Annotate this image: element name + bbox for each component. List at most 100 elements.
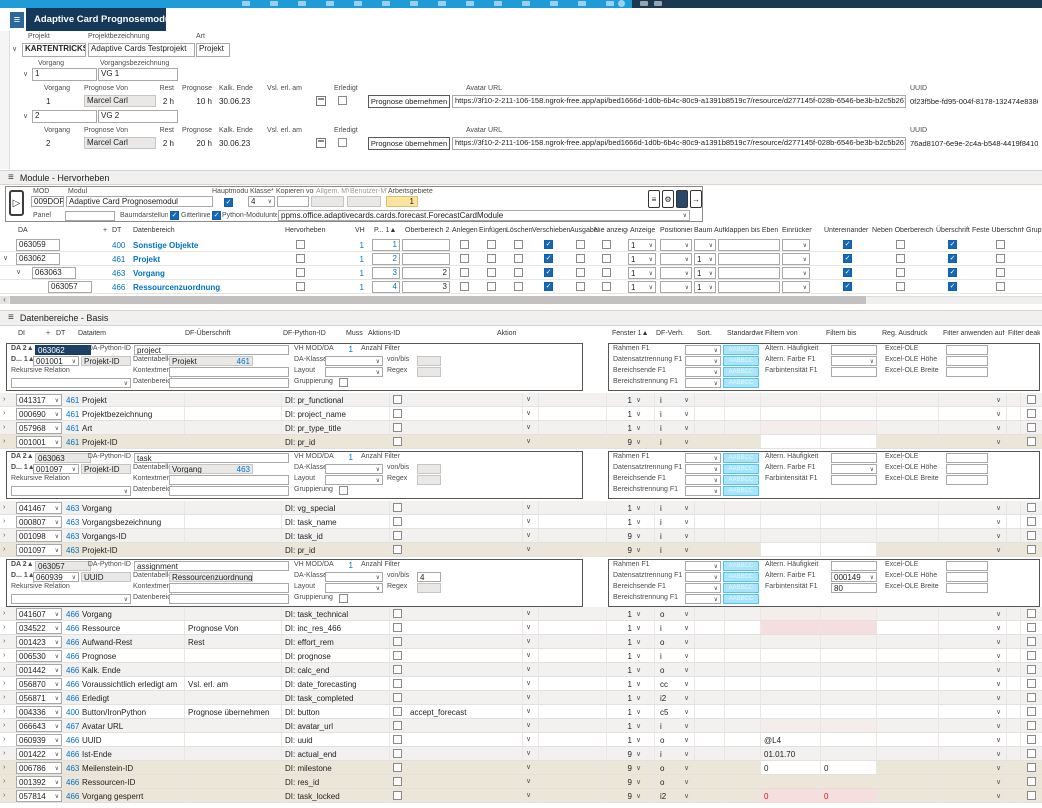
untereinander-checkbox[interactable]: ✓ — [843, 282, 852, 291]
toolbar-icon[interactable] — [640, 1, 648, 6]
bereichstrennung-dropdown[interactable]: ∨ — [685, 594, 721, 604]
section-menu-icon[interactable]: ≡ — [8, 173, 14, 183]
fenster-dropdown-icon[interactable]: ∨ — [636, 439, 644, 447]
ueberschrift-checkbox[interactable]: ✓ — [948, 268, 957, 277]
muss-checkbox[interactable] — [393, 707, 402, 716]
position-field[interactable]: 1 — [372, 239, 400, 251]
df-verh-dropdown-icon[interactable]: ∨ — [684, 793, 692, 801]
bereichsende-dropdown[interactable]: ∨ — [685, 367, 721, 377]
toolbar-icon[interactable] — [242, 1, 250, 6]
aktion-dropdown-icon[interactable]: ∨ — [526, 518, 536, 526]
anlegen-checkbox[interactable] — [460, 282, 469, 291]
rahmen-color-swatch[interactable]: AABBCC — [723, 345, 759, 355]
filter-anwenden-dropdown-icon[interactable]: ∨ — [996, 667, 1004, 675]
toolbar-icon[interactable] — [578, 1, 586, 6]
muss-checkbox[interactable] — [393, 437, 402, 446]
hervorheben-checkbox[interactable] — [296, 268, 305, 277]
tab-adaptive-card-prognosemodul[interactable]: Adaptive Card Prognosemodul × — [26, 8, 166, 31]
excel-ole-breite-field[interactable] — [946, 583, 988, 593]
aktion-dropdown-icon[interactable]: ∨ — [526, 438, 536, 446]
muss-checkbox[interactable] — [393, 517, 402, 526]
toolbar-icon[interactable] — [494, 1, 502, 6]
di-name-field[interactable]: Projekt-ID — [81, 356, 131, 366]
position-field[interactable]: 2 — [372, 253, 400, 265]
bereichstrennung-dropdown[interactable]: ∨ — [685, 486, 721, 496]
filter-deaktivieren-checkbox[interactable] — [1027, 437, 1036, 446]
anlegen-checkbox[interactable] — [460, 268, 469, 277]
filter-deaktivieren-checkbox[interactable] — [1027, 735, 1036, 744]
calendar-icon[interactable] — [316, 96, 326, 106]
df-verh-dropdown-icon[interactable]: ∨ — [684, 439, 692, 447]
oberbereich-field[interactable] — [402, 239, 450, 251]
datensatztrennung-dropdown[interactable]: ∨ — [685, 356, 721, 366]
python-unterklasse-dropdown[interactable]: ppms.office.adaptivecards.cards.forecast… — [278, 210, 690, 221]
filter-anwenden-dropdown-icon[interactable]: ∨ — [996, 681, 1004, 689]
muss-checkbox[interactable] — [393, 395, 402, 404]
toolbar-icon[interactable] — [466, 1, 474, 6]
layout-dropdown[interactable]: ∨ — [325, 475, 383, 485]
feste-ueberschrift-checkbox[interactable] — [996, 282, 1005, 291]
benutzer-mv-field[interactable] — [347, 196, 381, 207]
einruecken-dropdown[interactable]: ∨ — [782, 253, 810, 265]
row-expand-icon[interactable]: › — [3, 792, 11, 800]
aktion-dropdown-icon[interactable]: ∨ — [526, 778, 536, 786]
altern-haeufigkeit-field[interactable] — [831, 345, 877, 355]
projekt-field[interactable]: KARTENTRICKS — [22, 43, 86, 57]
ueberschrift-checkbox[interactable]: ✓ — [948, 240, 957, 249]
untereinander-checkbox[interactable]: ✓ — [843, 254, 852, 263]
rahmen-color-swatch[interactable]: AABBCC — [723, 561, 759, 571]
task-id-field[interactable]: 1 — [32, 68, 97, 81]
fenster-dropdown-icon[interactable]: ∨ — [636, 611, 644, 619]
df-verh-dropdown-icon[interactable]: ∨ — [684, 765, 692, 773]
baum-dropdown[interactable]: 1∨ — [694, 267, 716, 279]
klasse-dropdown[interactable]: 4∨ — [248, 196, 275, 207]
da-klasse-dropdown[interactable]: ∨ — [325, 356, 383, 366]
da-python-id-field[interactable]: task — [134, 453, 289, 463]
filter-anwenden-dropdown-icon[interactable]: ∨ — [996, 793, 1004, 801]
oberbereich-field[interactable]: 2 — [402, 267, 450, 279]
filter-anwenden-dropdown-icon[interactable]: ∨ — [996, 653, 1004, 661]
di-field[interactable]: 006530∨ — [16, 650, 62, 662]
fenster-dropdown-icon[interactable]: ∨ — [636, 723, 644, 731]
einruecken-dropdown[interactable]: ∨ — [782, 281, 810, 293]
excel-ole-field[interactable] — [946, 345, 988, 355]
verschieben-checkbox[interactable]: ✓ — [544, 268, 553, 277]
altern-haeufigkeit-field[interactable] — [831, 561, 877, 571]
row-expand-icon[interactable]: › — [3, 778, 11, 786]
da-field[interactable]: 063059 — [16, 239, 60, 251]
bereichstrennung-color-swatch[interactable]: AABBCC — [723, 594, 759, 604]
von-bis-field[interactable] — [417, 464, 441, 474]
fenster-dropdown-icon[interactable]: ∨ — [636, 425, 644, 433]
muss-checkbox[interactable] — [393, 637, 402, 646]
filter-anwenden-dropdown-icon[interactable]: ∨ — [996, 737, 1004, 745]
excel-ole-hoehe-field[interactable] — [946, 464, 988, 474]
toolbar-icon[interactable] — [326, 1, 334, 6]
expand-icon[interactable]: ∨ — [16, 269, 24, 277]
da-klasse-dropdown[interactable]: ∨ — [325, 464, 383, 474]
filter-anwenden-dropdown-icon[interactable]: ∨ — [996, 397, 1004, 405]
section-menu-icon[interactable]: ≡ — [8, 313, 14, 323]
filter-deaktivieren-checkbox[interactable] — [1027, 517, 1036, 526]
df-verh-dropdown-icon[interactable]: ∨ — [684, 625, 692, 633]
filter-anwenden-dropdown-icon[interactable]: ∨ — [996, 611, 1004, 619]
aktion-dropdown-icon[interactable]: ∨ — [526, 652, 536, 660]
muss-checkbox[interactable] — [393, 423, 402, 432]
einfuegen-checkbox[interactable] — [487, 268, 496, 277]
filter-anwenden-dropdown-icon[interactable]: ∨ — [996, 709, 1004, 717]
aufklappen-field[interactable] — [718, 253, 780, 265]
di-id-dropdown[interactable]: 001097∨ — [33, 464, 79, 474]
di-field[interactable]: 000690∨ — [16, 408, 62, 420]
bereichstrennung-color-swatch[interactable]: AABBCC — [723, 378, 759, 388]
baum-dropdown[interactable]: ∨ — [694, 239, 716, 251]
einruecken-dropdown[interactable]: ∨ — [782, 267, 810, 279]
toolbar-icon[interactable] — [410, 1, 418, 6]
nie-anzeigen-checkbox[interactable] — [602, 254, 611, 263]
regex-field[interactable] — [417, 367, 441, 377]
aufklappen-field[interactable] — [718, 281, 780, 293]
erledigt-checkbox[interactable] — [338, 138, 347, 147]
fenster-dropdown-icon[interactable]: ∨ — [636, 519, 644, 527]
aufklappen-field[interactable] — [718, 239, 780, 251]
muss-checkbox[interactable] — [393, 623, 402, 632]
bereichstrennung-dropdown[interactable]: ∨ — [685, 378, 721, 388]
muss-checkbox[interactable] — [393, 651, 402, 660]
